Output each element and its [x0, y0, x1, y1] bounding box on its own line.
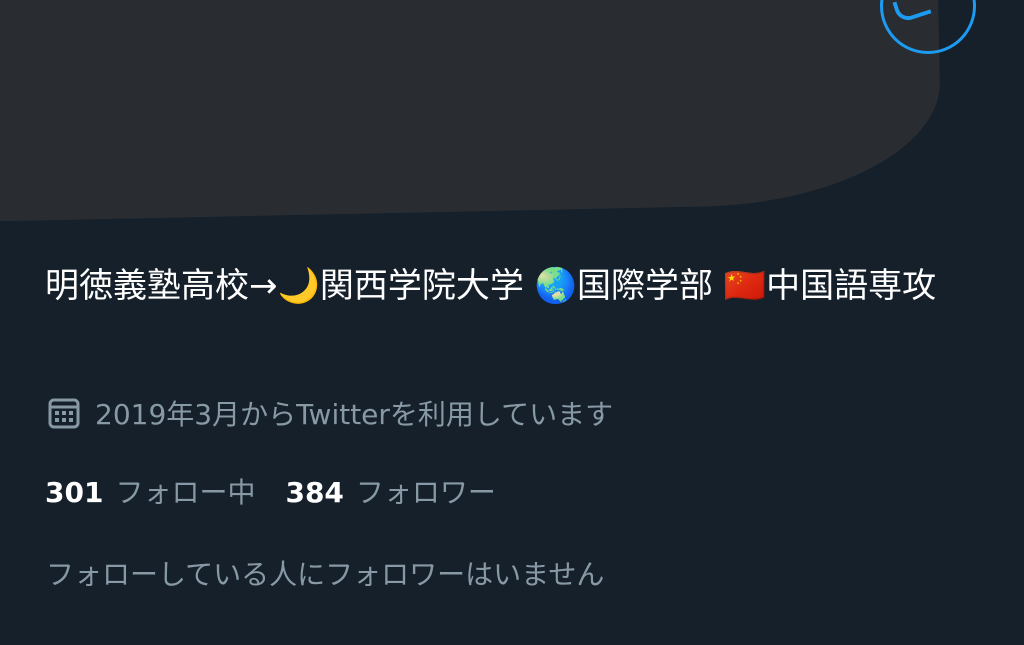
calendar-icon — [48, 398, 80, 429]
redacted-header-area — [0, 0, 943, 222]
following-count: 301 — [45, 476, 104, 509]
follow-counts: 301 フォロー中 384 フォロワー — [45, 468, 496, 514]
followers-label: フォロワー — [355, 476, 496, 509]
profile-bio: 明徳義塾高校→🌙関西学院大学 🌏国際学部 🇨🇳中国語専攻 — [45, 266, 937, 306]
followers-link[interactable]: 384 フォロワー — [285, 471, 495, 511]
joined-date-text: 2019年3月からTwitterを利用しています — [95, 398, 614, 431]
followers-count: 384 — [285, 476, 344, 509]
mutual-followers-text: フォローしている人にフォロワーはいません — [46, 558, 605, 591]
following-link[interactable]: 301 フォロー中 — [45, 471, 255, 511]
joined-date-row: 2019年3月からTwitterを利用しています — [47, 390, 613, 436]
following-label: フォロー中 — [115, 476, 256, 509]
profile-action-icon — [892, 0, 932, 24]
